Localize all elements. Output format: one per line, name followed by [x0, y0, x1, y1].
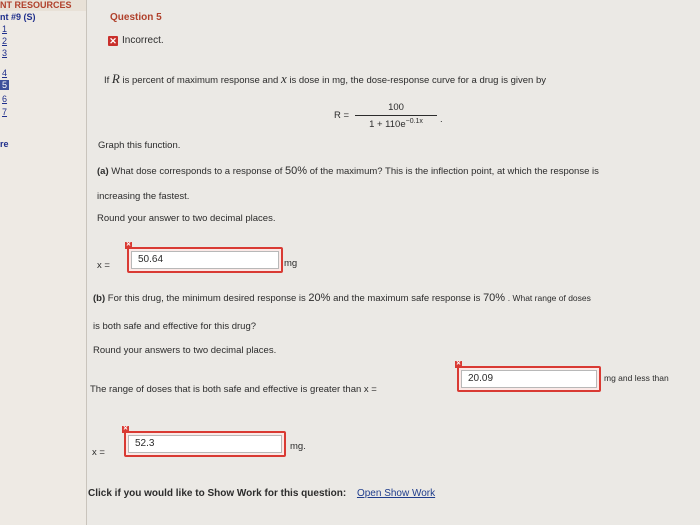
part-a-line1: (a) What dose corresponds to a response …	[97, 165, 599, 177]
part-a-pct: 50%	[285, 165, 308, 177]
part-b-pct-max: 70%	[483, 292, 506, 304]
part-a-text2: of the maximum? This is the inflection p…	[309, 166, 599, 177]
graph-instruction: Graph this function.	[98, 140, 181, 151]
intro-p3: is dose in mg, the dose-response curve f…	[289, 75, 546, 86]
part-a-round: Round your answer to two decimal places.	[97, 213, 276, 224]
answer-b2-box: ✕ 52.3	[122, 426, 286, 457]
part-b-label: (b)	[93, 293, 106, 304]
sidebar-item-6[interactable]: 6	[0, 94, 9, 104]
status-badge: ✕ Incorrect.	[108, 35, 164, 46]
open-show-work-link[interactable]: Open Show Work	[357, 488, 435, 499]
var-x: x	[280, 71, 287, 86]
intro-p2: is percent of maximum response and	[122, 75, 279, 86]
answer-a-input[interactable]: 50.64	[131, 251, 279, 269]
range-text: The range of doses that is both safe and…	[90, 384, 362, 395]
part-b-text3: . What range of doses	[507, 293, 591, 303]
part-b-unit2: mg.	[290, 441, 306, 452]
incorrect-icon: ✕	[108, 35, 118, 46]
formula-exponent: −0.1x	[405, 118, 423, 125]
sidebar-item-5[interactable]: 5	[0, 80, 10, 90]
formula-denominator: 1 + 110e−0.1x	[355, 116, 437, 130]
part-b-unit1: mg and less than	[604, 373, 669, 383]
sidebar-item-3[interactable]: 3	[0, 48, 9, 58]
formula-numerator: 100	[355, 102, 437, 116]
question-title: Question 5	[110, 12, 162, 23]
show-work-prompt: Click if you would like to Show Work for…	[88, 488, 347, 499]
sidebar-item-1[interactable]: 1	[0, 24, 9, 34]
part-a-line2: increasing the fastest.	[97, 191, 190, 202]
intro-text: If R is percent of maximum response and …	[104, 71, 546, 87]
part-a-unit: mg	[284, 258, 298, 269]
sidebar-header: NT RESOURCES	[0, 0, 86, 11]
part-b-text1: For this drug, the minimum desired respo…	[107, 293, 306, 304]
sidebar-item-2[interactable]: 2	[0, 36, 9, 46]
part-a-text1: What dose corresponds to a response of	[111, 166, 283, 177]
var-r: R	[111, 71, 120, 86]
formula-den-base: 1 + 110e	[369, 119, 406, 131]
formula-lhs: R =	[334, 110, 350, 121]
part-b-round: Round your answers to two decimal places…	[93, 345, 277, 356]
answer-a-box: ✕ 50.64	[125, 242, 283, 273]
part-b-var1: x =	[363, 384, 377, 395]
sidebar-footer: re	[0, 139, 9, 149]
part-a-var: x =	[97, 260, 110, 271]
part-b-line1: (b) For this drug, the minimum desired r…	[93, 292, 591, 304]
incorrect-flag-icon: ✕	[125, 242, 132, 249]
part-b-var2: x =	[92, 447, 105, 458]
status-text: Incorrect.	[122, 35, 164, 46]
intro-p1: If	[104, 75, 110, 86]
sidebar-item-4[interactable]: 4	[0, 68, 9, 78]
part-b-line2: is both safe and effective for this drug…	[93, 321, 257, 332]
answer-b2-input[interactable]: 52.3	[128, 435, 282, 453]
incorrect-flag-icon: ✕	[122, 426, 129, 433]
sidebar-item-7[interactable]: 7	[0, 107, 9, 117]
part-b-range-text: The range of doses that is both safe and…	[90, 384, 377, 395]
part-b-text2: and the maximum safe response is	[333, 293, 481, 304]
part-b-pct-min: 20%	[308, 292, 331, 304]
part-a-label: (a)	[97, 166, 109, 177]
answer-b1-input[interactable]: 20.09	[461, 370, 597, 388]
formula-fraction: 100 1 + 110e−0.1x	[355, 102, 437, 130]
incorrect-flag-icon: ✕	[455, 361, 462, 368]
show-work-row: Click if you would like to Show Work for…	[88, 488, 435, 499]
sidebar-assignment[interactable]: nt #9 (S)	[0, 12, 36, 22]
sidebar: NT RESOURCES nt #9 (S) 1 2 3 4 5 6 7 re	[0, 0, 87, 525]
formula-trail: .	[440, 114, 443, 125]
answer-b1-box: ✕ 20.09	[455, 361, 601, 392]
